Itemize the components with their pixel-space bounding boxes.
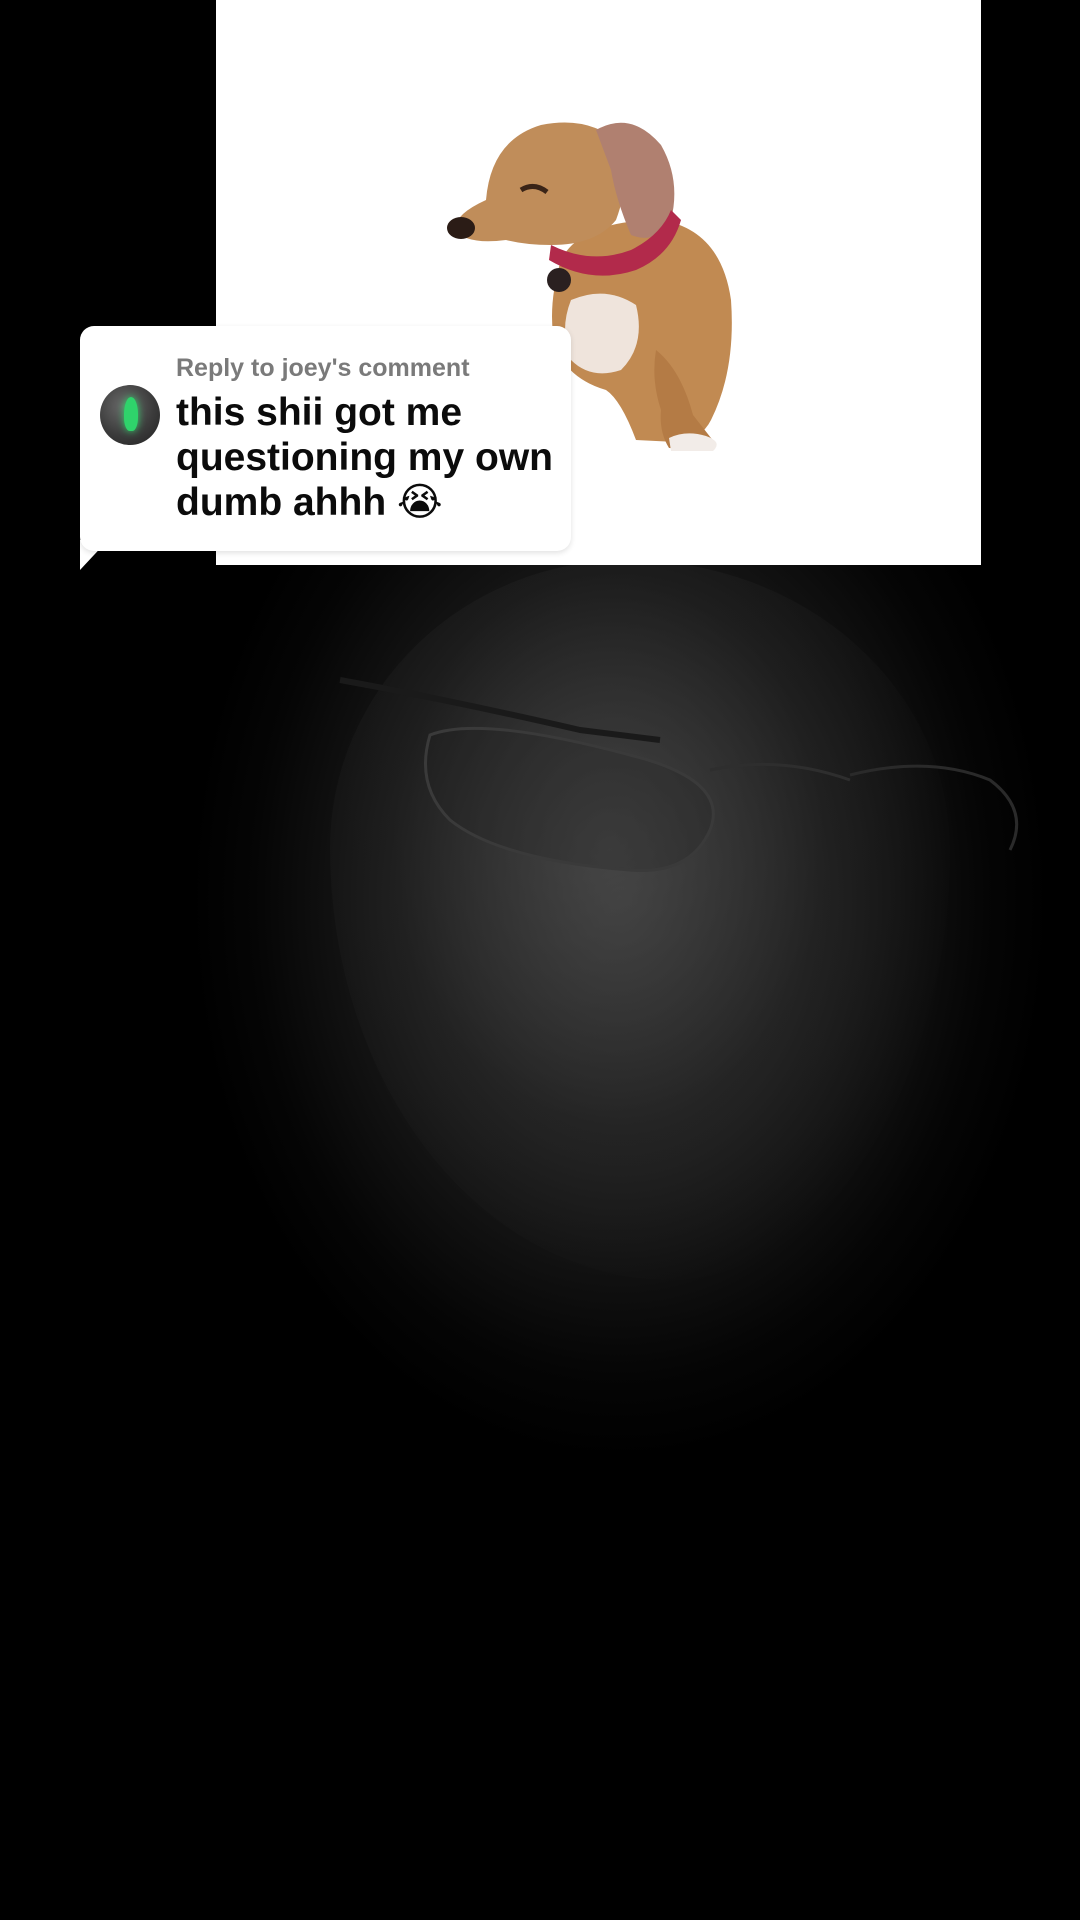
avatar-icon[interactable] (100, 385, 160, 445)
comment-text: this shii got me questioning my own dumb… (176, 391, 553, 524)
reply-header: Reply to joey's comment (176, 354, 470, 382)
reply-comment-sticker[interactable]: Reply to joey's comment this shii got me… (80, 326, 571, 551)
glasses-image (339, 677, 1019, 872)
avatar-glow (124, 397, 138, 431)
video-screen[interactable]: Reply to joey's comment this shii got me… (0, 0, 1080, 1920)
